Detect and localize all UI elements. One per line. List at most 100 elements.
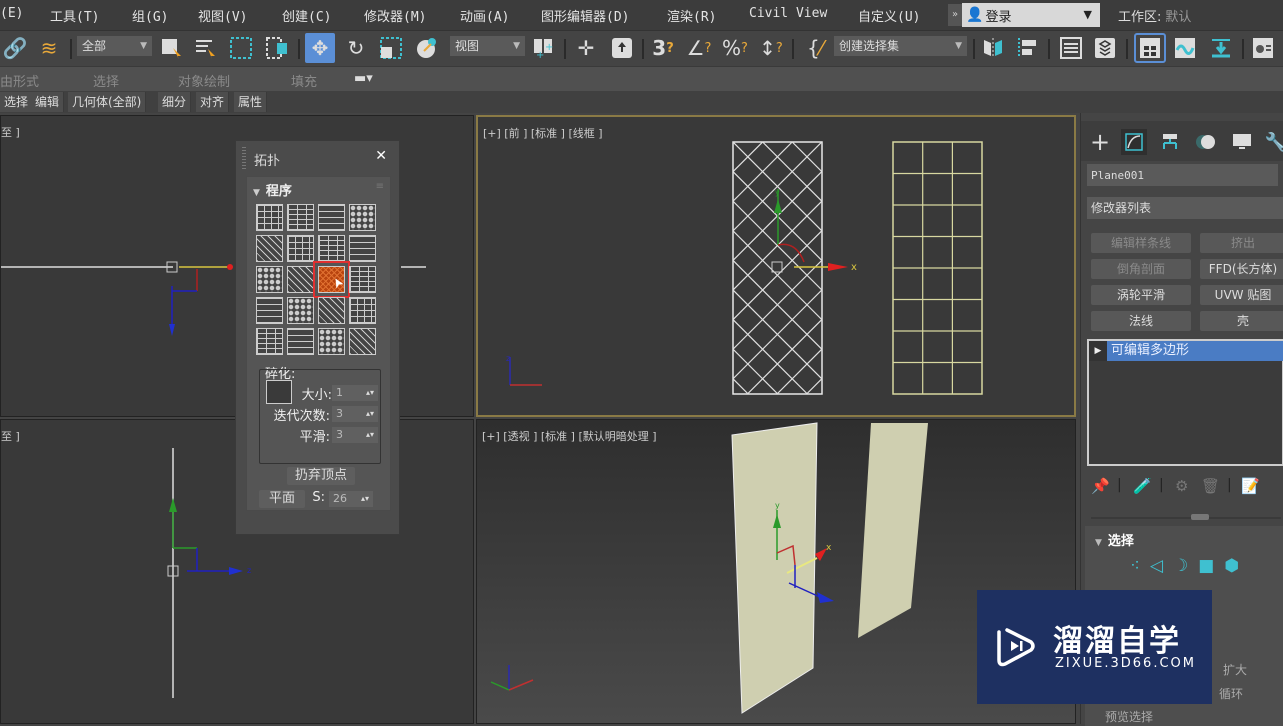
menu-graph-editors[interactable]: 图形编辑器(D): [541, 6, 629, 25]
ribbon-tab-subdivision[interactable]: 细分: [158, 92, 192, 112]
pattern-swatch[interactable]: [287, 235, 314, 262]
modifier-button[interactable]: UVW 贴图: [1200, 285, 1283, 305]
named-selection-sets-dropdown[interactable]: 创建选择集 ▼: [834, 36, 967, 56]
ribbon-tab-edit[interactable]: 编辑: [31, 92, 65, 112]
curve-editor-icon[interactable]: [1172, 35, 1198, 61]
show-end-result-icon[interactable]: 🧪: [1133, 477, 1152, 495]
pattern-swatch[interactable]: [256, 328, 283, 355]
discard-vertices-button[interactable]: 扔弃顶点: [287, 467, 355, 485]
loop-button[interactable]: 循环: [1219, 685, 1243, 702]
pattern-swatch[interactable]: [349, 266, 376, 293]
ribbon-group-selection[interactable]: 选择: [93, 71, 119, 90]
menu-rendering[interactable]: 渲染(R): [667, 6, 716, 25]
pattern-swatch[interactable]: [318, 297, 345, 324]
select-manipulate-icon[interactable]: ✛: [573, 35, 599, 61]
smooth-spinner[interactable]: 3 ▴▾: [332, 427, 378, 443]
vertex-icon[interactable]: ⁖: [1130, 556, 1140, 576]
modifier-button[interactable]: 壳: [1200, 311, 1283, 331]
mirror-icon[interactable]: [980, 35, 1006, 61]
pattern-swatch[interactable]: [287, 297, 314, 324]
motion-tab-icon[interactable]: [1193, 129, 1219, 155]
schematic-view-icon[interactable]: [1208, 35, 1234, 61]
material-editor-icon[interactable]: [1250, 35, 1276, 61]
modifier-button[interactable]: 挤出: [1200, 233, 1283, 253]
ribbon-tab-align[interactable]: 对齐: [196, 92, 230, 112]
workspace-selector[interactable]: 工作区: 默认: [1118, 6, 1191, 25]
ribbon-group-object-paint[interactable]: 对象绘制: [178, 71, 230, 90]
select-scale-icon[interactable]: [378, 35, 404, 61]
create-tab-icon[interactable]: +: [1087, 128, 1113, 156]
viewport-front[interactable]: [+] [前 ] [标准 ] [线框 ] y x z: [476, 115, 1076, 417]
modifier-button[interactable]: 编辑样条线: [1091, 233, 1191, 253]
menu-tools[interactable]: 工具(T): [50, 6, 99, 25]
selection-filter-dropdown[interactable]: 全部 ▼: [77, 36, 152, 56]
menu-group[interactable]: 组(G): [132, 6, 168, 25]
modifier-stack[interactable]: ▶ 可编辑多边形: [1087, 339, 1283, 466]
pattern-swatch[interactable]: [318, 204, 345, 231]
polygon-icon[interactable]: ■: [1198, 556, 1214, 576]
ribbon-tab-properties[interactable]: 属性: [234, 92, 268, 112]
modifier-list-dropdown[interactable]: 修改器列表: [1087, 197, 1283, 219]
pattern-swatch[interactable]: [349, 297, 376, 324]
menu-overflow-button[interactable]: »: [948, 4, 962, 26]
element-icon[interactable]: ⬢: [1224, 556, 1239, 576]
spinner-arrows-icon[interactable]: ▴▾: [366, 385, 374, 401]
layer-explorer-icon[interactable]: [1092, 35, 1118, 61]
pattern-swatch[interactable]: [349, 235, 376, 262]
bind-space-warp-icon[interactable]: ≋: [36, 35, 62, 61]
s-spinner[interactable]: 26 ▴▾: [329, 491, 373, 507]
pattern-swatch[interactable]: [256, 204, 283, 231]
modifier-button[interactable]: 法线: [1091, 311, 1191, 331]
menu-modifiers[interactable]: 修改器(M): [364, 6, 426, 25]
utilities-tab-icon[interactable]: 🔧: [1263, 129, 1283, 155]
pattern-swatch[interactable]: [318, 328, 345, 355]
ribbon-options-icon[interactable]: ▬▾: [354, 71, 373, 86]
hierarchy-tab-icon[interactable]: [1157, 129, 1183, 155]
select-object-icon[interactable]: [158, 35, 184, 61]
modifier-button[interactable]: FFD(长方体): [1200, 259, 1283, 279]
align-icon[interactable]: [1014, 35, 1040, 61]
edit-named-selection-icon[interactable]: {⁄: [802, 35, 828, 61]
rollout-header[interactable]: ▼ 程序: [253, 180, 292, 199]
pattern-swatch[interactable]: [349, 204, 376, 231]
border-icon[interactable]: ☽: [1173, 556, 1188, 576]
ribbon-group-freeform[interactable]: 由形式: [0, 71, 39, 90]
rollout-header[interactable]: ▼ 选择: [1095, 530, 1134, 549]
pattern-swatch[interactable]: [287, 266, 314, 293]
reference-coord-dropdown[interactable]: 视图 ▼: [450, 36, 525, 56]
select-move-icon[interactable]: ✥: [305, 33, 335, 63]
pin-stack-icon[interactable]: 📌: [1091, 477, 1110, 495]
login-dropdown[interactable]: 👤 登录 ▼: [962, 3, 1100, 27]
modifier-button[interactable]: 倒角剖面: [1091, 259, 1191, 279]
stack-item-editable-poly[interactable]: ▶ 可编辑多边形: [1089, 341, 1283, 361]
spinner-snap-icon[interactable]: ↕?: [758, 35, 784, 61]
pattern-swatch[interactable]: [318, 235, 345, 262]
menu-view[interactable]: 视图(V): [198, 6, 247, 25]
close-icon[interactable]: ✕: [375, 148, 387, 164]
menu-customize[interactable]: 自定义(U): [858, 6, 920, 25]
grow-button[interactable]: 扩大: [1223, 661, 1247, 678]
ribbon-tab-selection[interactable]: 选择: [0, 92, 34, 112]
rollout-menu-icon[interactable]: ≡: [376, 181, 384, 192]
pattern-swatch[interactable]: [287, 204, 314, 231]
spinner-arrows-icon[interactable]: ▴▾: [366, 406, 374, 422]
snaps-toggle-icon[interactable]: 3?: [650, 35, 676, 61]
plane-button[interactable]: 平面: [259, 490, 305, 508]
keyboard-shortcut-override-icon[interactable]: [609, 35, 635, 61]
remove-modifier-icon[interactable]: 🗑: [1201, 477, 1220, 495]
menu-animation[interactable]: 动画(A): [460, 6, 509, 25]
pattern-swatch[interactable]: [349, 328, 376, 355]
pattern-swatch-selected[interactable]: ➤: [313, 261, 350, 298]
toggle-ribbon-icon[interactable]: [1134, 33, 1166, 63]
expand-triangle-icon[interactable]: ▶: [1089, 341, 1107, 361]
spinner-arrows-icon[interactable]: ▴▾: [361, 491, 369, 507]
display-tab-icon[interactable]: [1229, 129, 1255, 155]
drag-handle[interactable]: [242, 147, 246, 169]
rectangular-selection-icon[interactable]: [228, 35, 254, 61]
resize-handle[interactable]: [1191, 514, 1209, 520]
ribbon-group-populate[interactable]: 填充: [291, 71, 317, 90]
select-place-icon[interactable]: [414, 35, 440, 61]
make-unique-icon[interactable]: ⚙: [1175, 477, 1188, 495]
scene-explorer-icon[interactable]: [1058, 35, 1084, 61]
window-crossing-icon[interactable]: [264, 35, 290, 61]
